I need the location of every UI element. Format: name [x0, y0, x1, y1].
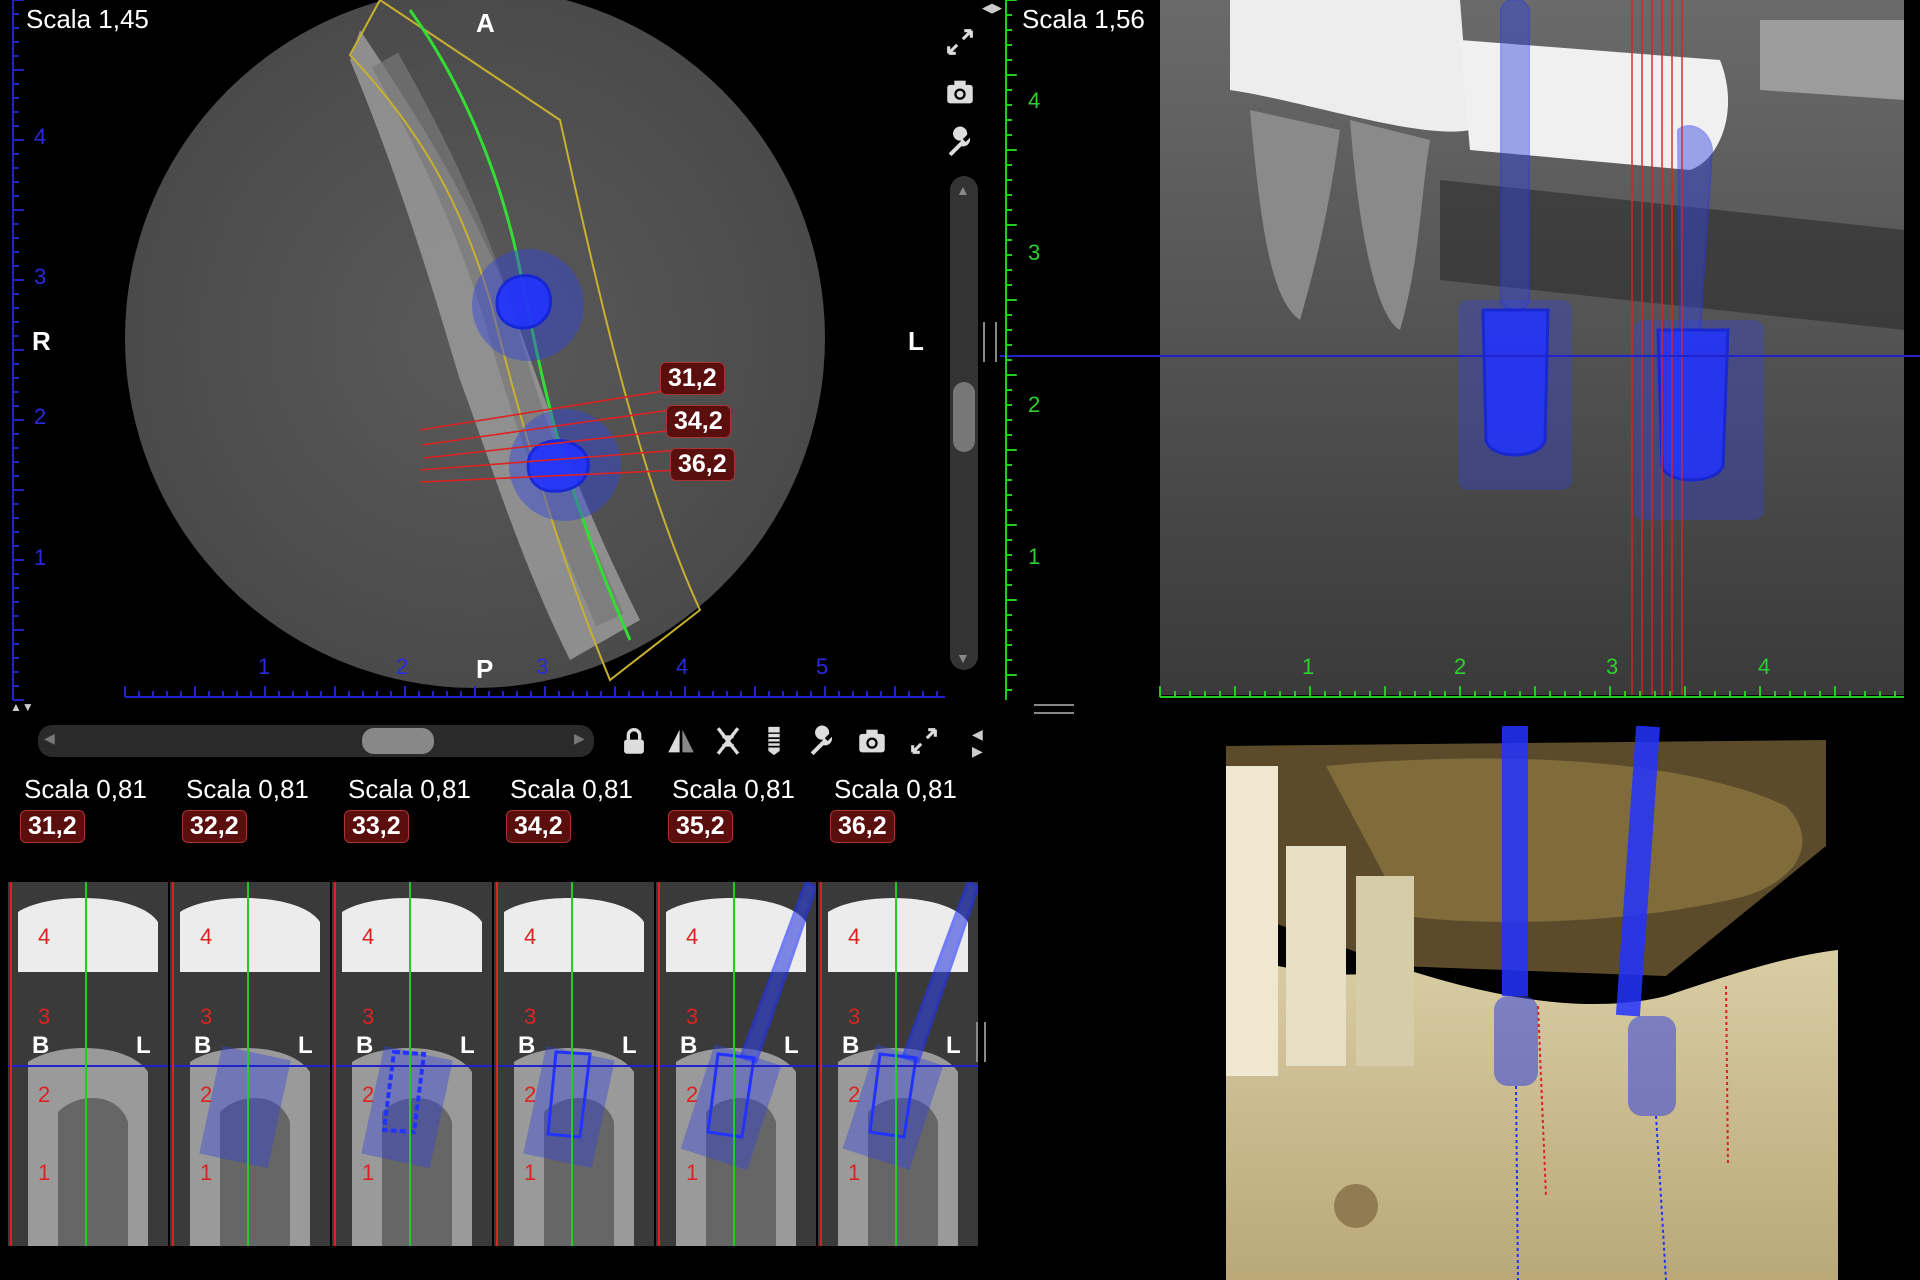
pano-splitter-handle-icon[interactable] [1034, 704, 1074, 714]
pano-x-tick-label: 1 [1302, 654, 1315, 679]
cs-tick-label: 2 [686, 1082, 699, 1107]
panel-arrow-icon[interactable]: ◀ ▶ [972, 726, 983, 760]
cs-tick-label: 3 [200, 1004, 213, 1029]
pano-x-tick-label: 2 [1454, 654, 1467, 679]
orient-buccal-label: B [356, 1032, 374, 1059]
cross-section-pane[interactable]: Scala 0,81 32,2 B L 4 3 2 1 [170, 766, 330, 1280]
pano-y-tick-label: 4 [1028, 88, 1041, 113]
cs-tick-label: 3 [686, 1004, 699, 1029]
cross-section-position-badge: 36,2 [830, 810, 895, 843]
cross-section-position-badge: 34,2 [506, 810, 571, 843]
cs-tick-label: 3 [38, 1004, 51, 1029]
cs-tick-label: 3 [524, 1004, 537, 1029]
cs-tick-label: 4 [524, 924, 537, 949]
cross-section-scale-label: Scala 0,81 [186, 774, 309, 804]
orient-lingual-label: L [298, 1032, 313, 1059]
cs-tick-label: 1 [38, 1160, 51, 1185]
orient-lingual-label: L [136, 1032, 151, 1059]
cross-section-pane[interactable]: Scala 0,81 31,2 B L 4 3 2 1 [8, 766, 168, 1280]
orient-buccal-label: B [194, 1032, 212, 1059]
cs-tick-label: 4 [848, 924, 861, 949]
cross-section-pane[interactable]: Scala 0,81 33,2 B L 4 3 2 1 [332, 766, 492, 1280]
panel-arrow-top-icon[interactable]: ◀▶ [982, 0, 1002, 16]
cross-section-scale-label: Scala 0,81 [672, 774, 795, 804]
cs-tick-label: 2 [848, 1082, 861, 1107]
cs-ruler [334, 882, 336, 1246]
cross-section-position-badge: 32,2 [182, 810, 247, 843]
cross-section-image [332, 882, 492, 1246]
panoramic-view[interactable]: Scala 1,56 4 3 2 1 1 2 3 4 [1000, 0, 1920, 710]
cs-tick-label: 2 [362, 1082, 375, 1107]
orient-buccal-label: B [518, 1032, 536, 1059]
panoramic-image [1000, 0, 1920, 700]
orient-lingual-label: L [460, 1032, 475, 1059]
cross-section-image [494, 882, 654, 1246]
splitter-handle-icon[interactable] [983, 322, 997, 362]
orient-buccal-label: B [680, 1032, 698, 1059]
cross-section-scale-label: Scala 0,81 [24, 774, 147, 804]
cs-tick-label: 4 [38, 924, 51, 949]
cs-tick-label: 1 [524, 1160, 537, 1185]
pano-x-tick-label: 4 [1758, 654, 1771, 679]
cross-section-pane[interactable]: Scala 0,81 35,2 B L 4 3 2 1 [656, 766, 816, 1280]
cs-ruler [10, 882, 12, 1246]
cs-tick-label: 3 [362, 1004, 375, 1029]
cross-section-image [818, 882, 978, 1246]
orient-lingual-label: L [784, 1032, 799, 1059]
cs-ruler [496, 882, 498, 1246]
cs-tick-label: 4 [200, 924, 213, 949]
cs-ruler [172, 882, 174, 1246]
cs-tick-label: 1 [200, 1160, 213, 1185]
pano-y-tick-label: 1 [1028, 544, 1041, 569]
cs-tick-label: 1 [848, 1160, 861, 1185]
cross-section-position-badge: 33,2 [344, 810, 409, 843]
pano-y-tick-label: 3 [1028, 240, 1041, 265]
collapse-icon[interactable]: ▲▼ [10, 700, 34, 714]
cross-section-scale-label: Scala 0,81 [348, 774, 471, 804]
pano-x-tick-label: 3 [1606, 654, 1619, 679]
cross-section-image [656, 882, 816, 1246]
cross-section-scale-label: Scala 0,81 [834, 774, 957, 804]
cs-tick-label: 2 [38, 1082, 51, 1107]
cross-section-scale-label: Scala 0,81 [510, 774, 633, 804]
cs-tick-label: 1 [362, 1160, 375, 1185]
cross-section-position-badge: 31,2 [20, 810, 85, 843]
cs-tick-label: 4 [362, 924, 375, 949]
volume-3d-view[interactable] [1226, 726, 1838, 1280]
orient-lingual-label: L [622, 1032, 637, 1059]
cs-ruler [658, 882, 660, 1246]
volume-render-image [1226, 726, 1838, 1280]
implant-3d-1 [1502, 726, 1528, 996]
orient-buccal-label: B [32, 1032, 50, 1059]
cs-tick-label: 2 [200, 1082, 213, 1107]
cross-section-pane[interactable]: Scala 0,81 36,2 B L 4 3 2 1 [818, 766, 978, 1280]
cross-section-strip: Scala 0,81 31,2 B L 4 3 2 1 Scala 0,81 3… [0, 0, 986, 1280]
pano-scale-label: Scala 1,56 [1022, 4, 1145, 34]
pano-y-ruler [1005, 0, 1017, 700]
cross-section-image [8, 882, 168, 1246]
cross-section-pane[interactable]: Scala 0,81 34,2 B L 4 3 2 1 [494, 766, 654, 1280]
orient-buccal-label: B [842, 1032, 860, 1059]
cs-ruler [820, 882, 822, 1246]
cs-tick-label: 4 [686, 924, 699, 949]
cross-section-splitter-handle-icon[interactable] [976, 1022, 986, 1062]
cs-tick-label: 1 [686, 1160, 699, 1185]
cross-section-position-badge: 35,2 [668, 810, 733, 843]
pano-y-tick-label: 2 [1028, 392, 1041, 417]
orient-lingual-label: L [946, 1032, 961, 1059]
cs-tick-label: 3 [848, 1004, 861, 1029]
cs-tick-label: 2 [524, 1082, 537, 1107]
cross-section-image [170, 882, 330, 1246]
